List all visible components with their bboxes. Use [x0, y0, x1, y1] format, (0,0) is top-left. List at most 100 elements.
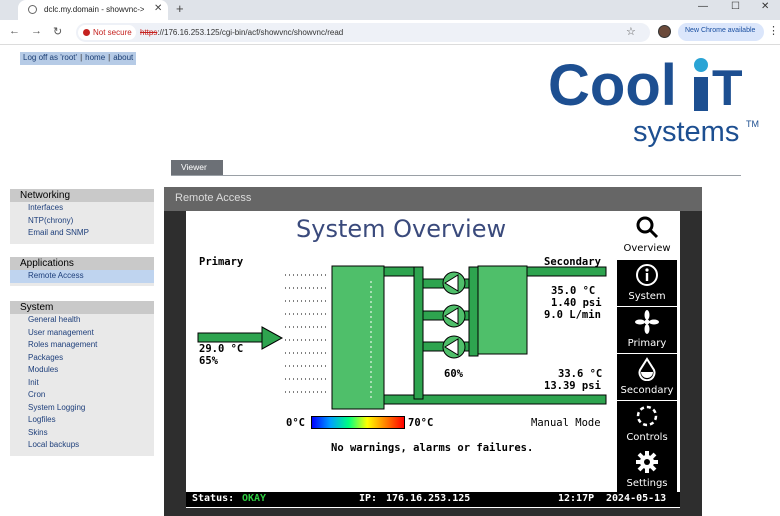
pump-3-icon [442, 335, 466, 359]
logoff-link[interactable]: Log off as 'root' [23, 53, 77, 62]
remote-access-title: Remote Access [164, 187, 702, 211]
primary-label: Primary [199, 256, 244, 268]
primary-heat-exchanger [331, 265, 385, 410]
search-icon [636, 216, 659, 239]
fan-icon [635, 310, 659, 334]
mode-label: Manual Mode [531, 417, 601, 429]
new-tab-icon[interactable]: + [176, 1, 184, 16]
status-value: OKAY [242, 493, 267, 504]
status-label: Status: [192, 493, 235, 504]
sidebar-item-logfiles[interactable]: Logfiles [10, 414, 154, 427]
sidebar-system: System General health User management Ro… [10, 301, 154, 456]
url-path: ://176.16.253.125/cgi-bin/acf/showvnc/sh… [157, 28, 344, 37]
secondary-return-temp: 33.6 °C [558, 368, 603, 380]
svg-text:T: T [712, 60, 743, 116]
sidebar-heading-networking: Networking [10, 189, 154, 202]
secondary-supply-pressure: 1.40 psi [551, 297, 602, 309]
bookmark-star-icon[interactable]: ☆ [626, 25, 636, 38]
secondary-supply-temp: 35.0 °C [551, 285, 596, 297]
ip-label: IP: [359, 493, 378, 504]
rack-rows [285, 274, 328, 393]
temperature-scale-bar [311, 416, 405, 429]
settings-button[interactable]: Settings [617, 447, 677, 493]
inlet-temperature: 29.0 °C [199, 343, 244, 355]
sidebar-heading-applications: Applications [10, 257, 154, 270]
browser-tab-strip: dclc.my.domain - showvnc->re ✕ + — ☐ ✕ [0, 0, 780, 20]
droplet-icon [638, 357, 656, 381]
clock-date: 2024-05-13 [606, 493, 667, 504]
browser-toolbar: ← → ↻ Not secure https://176.16.253.125/… [0, 20, 780, 45]
secondary-button-label: Secondary [620, 385, 674, 396]
ip-address: 176.16.253.125 [386, 493, 471, 504]
scale-min-label: 0°C [286, 417, 305, 429]
sidebar-item-modules[interactable]: Modules [10, 364, 154, 377]
globe-icon [28, 5, 37, 14]
sidebar-item-init[interactable]: Init [10, 377, 154, 390]
tab-title: dclc.my.domain - showvnc->re [44, 5, 144, 14]
system-button[interactable]: System [617, 260, 677, 306]
vnc-screen[interactable]: System Overview Primary Secondary 35.0 °… [186, 211, 680, 508]
reload-icon[interactable]: ↻ [53, 25, 62, 38]
minimize-icon[interactable]: — [698, 1, 708, 12]
pump-1-icon [442, 271, 466, 295]
pump-2-icon [442, 304, 466, 328]
about-link[interactable]: about [113, 53, 133, 62]
sidebar-item-remote-access[interactable]: Remote Access [10, 270, 154, 283]
forward-icon[interactable]: → [31, 25, 42, 37]
sidebar-item-roles-management[interactable]: Roles management [10, 339, 154, 352]
sidebar-item-general-health[interactable]: General health [10, 314, 154, 327]
system-button-label: System [628, 291, 666, 302]
back-icon[interactable]: ← [9, 25, 20, 37]
alarm-message: No warnings, alarms or failures. [331, 442, 534, 454]
tab-underline [171, 175, 741, 176]
sidebar-item-local-backups[interactable]: Local backups [10, 439, 154, 452]
sidebar-item-packages[interactable]: Packages [10, 352, 154, 365]
inlet-humidity: 65% [199, 355, 218, 367]
top-links-bar: Log off as 'root' | home | about [20, 52, 137, 65]
sidebar-item-skins[interactable]: Skins [10, 427, 154, 440]
url-text: https://176.16.253.125/cgi-bin/acf/showv… [140, 28, 343, 37]
primary-button-label: Primary [627, 338, 667, 349]
new-chrome-button[interactable]: New Chrome available [678, 23, 764, 41]
security-chip[interactable]: Not secure [78, 25, 136, 40]
sidebar-applications: Applications Remote Access [10, 257, 154, 286]
security-label: Not secure [93, 28, 132, 37]
sidebar-item-user-management[interactable]: User management [10, 327, 154, 340]
address-bar[interactable]: Not secure https://176.16.253.125/cgi-bi… [76, 23, 650, 42]
controls-button-label: Controls [626, 432, 668, 443]
coolit-logo: Cool T systems TM [548, 53, 759, 148]
cooling-diagram [197, 265, 607, 410]
info-icon [636, 264, 658, 286]
dial-icon [636, 405, 658, 427]
settings-button-label: Settings [626, 478, 668, 489]
profile-avatar[interactable] [658, 25, 671, 38]
scale-max-label: 70°C [408, 417, 434, 429]
secondary-flow-rate: 9.0 L/min [544, 309, 601, 321]
sidebar-item-email-snmp[interactable]: Email and SNMP [10, 227, 154, 240]
close-tab-icon[interactable]: ✕ [154, 3, 162, 14]
sidebar-item-system-logging[interactable]: System Logging [10, 402, 154, 415]
secondary-reservoir [477, 265, 528, 355]
sidebar-item-interfaces[interactable]: Interfaces [10, 202, 154, 215]
kebab-menu-icon[interactable]: ⋮ [768, 24, 779, 37]
url-scheme: https [140, 28, 158, 37]
pump-speed: 60% [444, 368, 463, 380]
overview-button[interactable]: Overview [617, 212, 677, 258]
logo-word-cool: Cool [548, 53, 677, 118]
home-link[interactable]: home [85, 53, 105, 62]
secondary-button[interactable]: Secondary [617, 354, 677, 400]
maximize-icon[interactable]: ☐ [731, 1, 740, 12]
sidebar-networking: Networking Interfaces NTP(chrony) Email … [10, 189, 154, 244]
logo-trademark: TM [746, 119, 759, 129]
warning-icon [83, 29, 90, 36]
clock-time: 12:17P [558, 493, 595, 504]
sidebar-item-ntp[interactable]: NTP(chrony) [10, 215, 154, 228]
tab-viewer[interactable]: Viewer [171, 160, 223, 175]
controls-button[interactable]: Controls [617, 401, 677, 447]
primary-button[interactable]: Primary [617, 307, 677, 353]
sidebar-item-cron[interactable]: Cron [10, 389, 154, 402]
secondary-return-pressure: 13.39 psi [544, 380, 601, 392]
secondary-label: Secondary [544, 256, 601, 268]
window-close-icon[interactable]: ✕ [761, 1, 769, 12]
browser-tab[interactable]: dclc.my.domain - showvnc->re ✕ [18, 0, 168, 20]
